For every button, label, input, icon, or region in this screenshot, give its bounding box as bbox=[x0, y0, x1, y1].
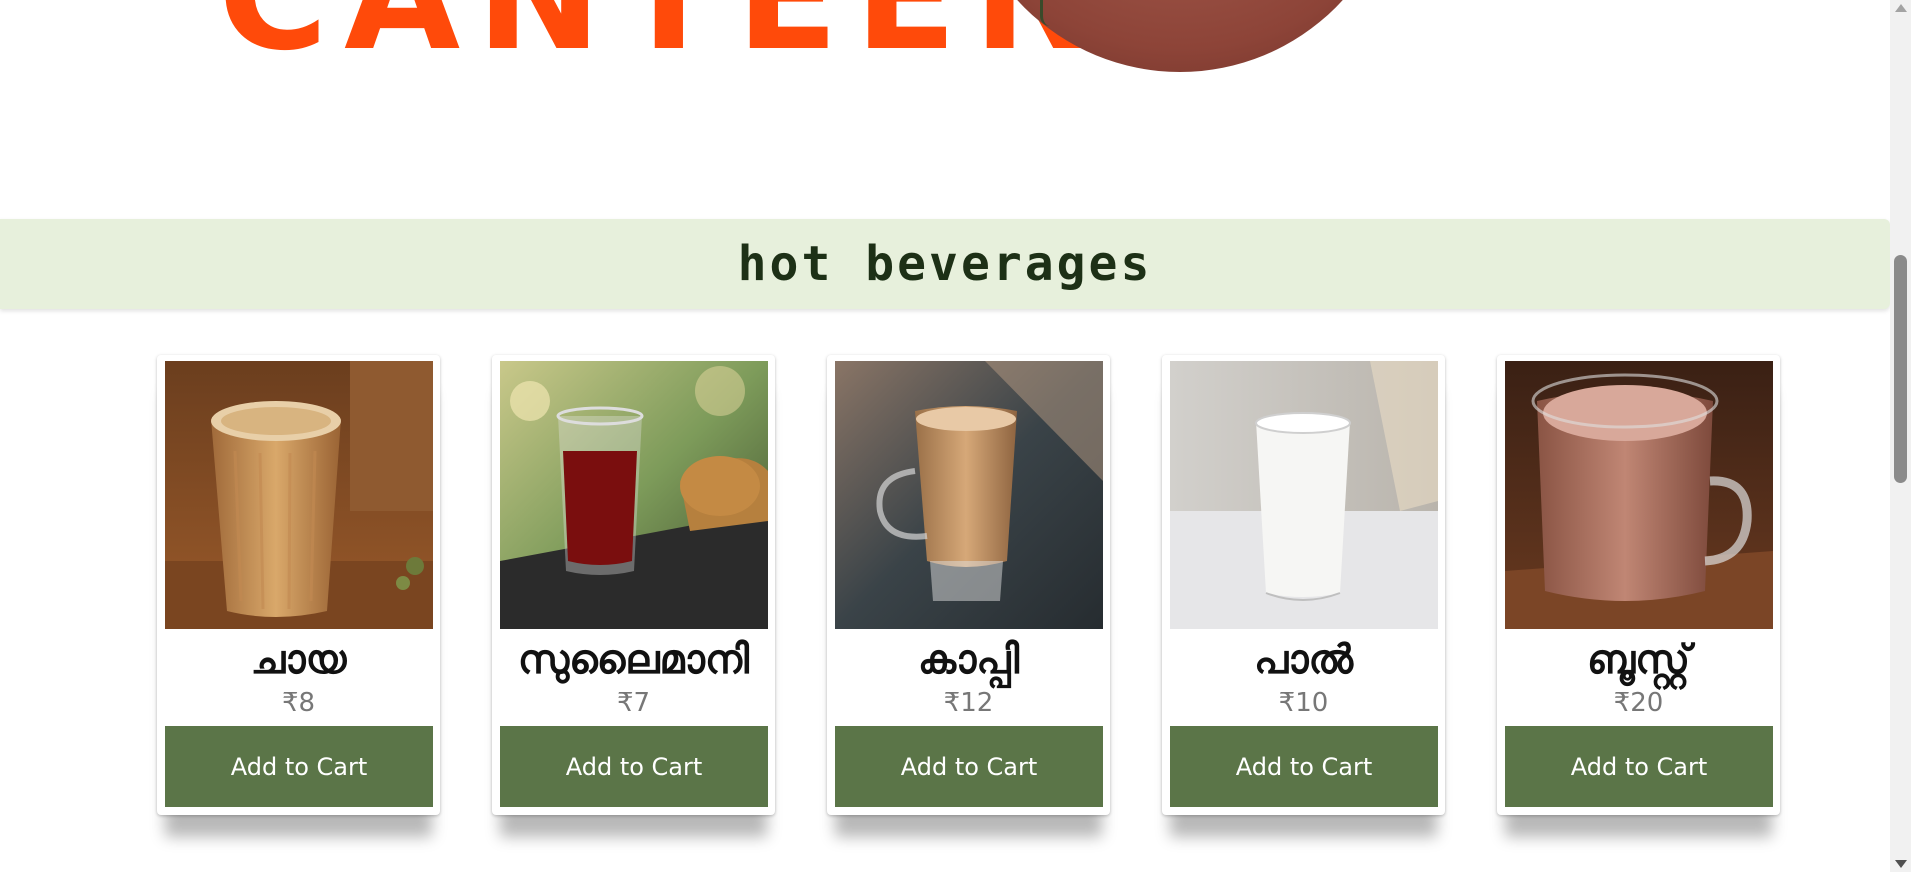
scroll-up-arrow-icon[interactable] bbox=[1895, 4, 1907, 12]
item-price: ₹8 bbox=[281, 688, 316, 718]
add-to-cart-button[interactable]: Add to Cart bbox=[165, 726, 433, 807]
item-name: കാപ്പി bbox=[917, 637, 1020, 683]
add-to-cart-button[interactable]: Add to Cart bbox=[500, 726, 768, 807]
item-price: ₹20 bbox=[1613, 688, 1664, 718]
section-header: hot beverages bbox=[0, 219, 1890, 309]
product-card: പാൽ ₹10 Add to Cart bbox=[1162, 355, 1445, 815]
item-name: പാൽ bbox=[1254, 637, 1353, 683]
add-to-cart-button[interactable]: Add to Cart bbox=[835, 726, 1103, 807]
product-card: ബൂസ്റ്റ് ₹20 Add to Cart bbox=[1497, 355, 1780, 815]
product-grid: ചായ ₹8 Add to Cart സുലൈമാനി ₹7 Add to Ca… bbox=[0, 355, 1890, 845]
product-card: ചായ ₹8 Add to Cart bbox=[157, 355, 440, 815]
section-title: hot beverages bbox=[737, 236, 1153, 292]
pot-handle-decoration bbox=[1040, 0, 1054, 26]
product-card: സുലൈമാനി ₹7 Add to Cart bbox=[492, 355, 775, 815]
add-to-cart-button[interactable]: Add to Cart bbox=[1170, 726, 1438, 807]
add-to-cart-button[interactable]: Add to Cart bbox=[1505, 726, 1773, 807]
item-price: ₹7 bbox=[616, 688, 651, 718]
item-name: ബൂസ്റ്റ് bbox=[1587, 637, 1690, 683]
item-price: ₹12 bbox=[943, 688, 994, 718]
product-card: കാപ്പി ₹12 Add to Cart bbox=[827, 355, 1110, 815]
item-price: ₹10 bbox=[1278, 688, 1329, 718]
tea-glass-photo bbox=[165, 361, 433, 629]
boost-mug-photo bbox=[1505, 361, 1773, 629]
vertical-scrollbar[interactable] bbox=[1890, 0, 1911, 872]
hero-banner: CANTEEN bbox=[0, 0, 1890, 90]
black-tea-glass-photo bbox=[500, 361, 768, 629]
logo-text: CANTEEN bbox=[218, 0, 1115, 72]
scroll-thumb[interactable] bbox=[1894, 255, 1907, 483]
item-name: സുലൈമാനി bbox=[517, 637, 750, 683]
item-name: ചായ bbox=[250, 637, 347, 683]
scroll-down-arrow-icon[interactable] bbox=[1895, 860, 1907, 868]
coffee-glass-photo bbox=[835, 361, 1103, 629]
milk-glass-photo bbox=[1170, 361, 1438, 629]
page-viewport: CANTEEN hot beverages bbox=[0, 0, 1911, 872]
